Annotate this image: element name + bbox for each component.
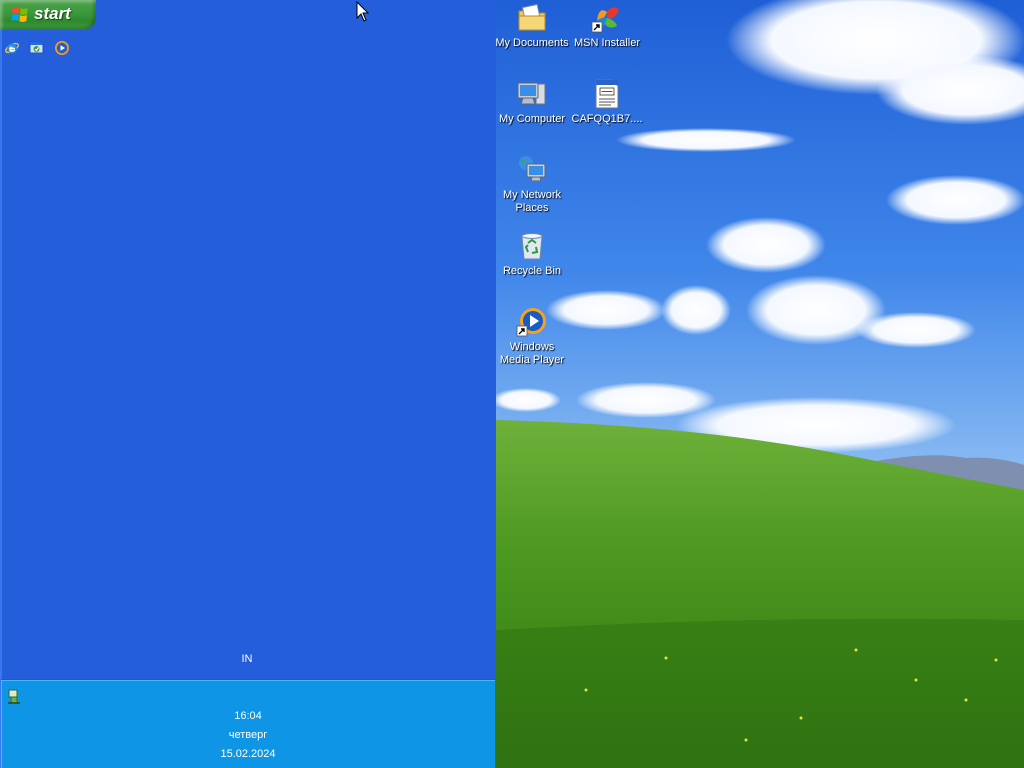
desktop-icon-label: CAFQQ1B7.... <box>571 113 643 125</box>
internet-explorer-icon[interactable]: e <box>4 40 20 56</box>
desktop-icon-label: My Computer <box>498 113 566 125</box>
my-network-places-icon <box>519 156 546 182</box>
desktop-icon-label: My Documents <box>496 37 569 49</box>
desktop-icon-text-file[interactable]: CAFQQ1B7.... <box>569 78 645 126</box>
desktop-icon-recycle-bin[interactable]: Recycle Bin <box>496 230 570 278</box>
clock-day: четверг <box>228 729 268 741</box>
msn-installer-icon <box>591 7 619 33</box>
windows-media-player-icon[interactable] <box>54 40 70 56</box>
clock-time[interactable]: 16:04 <box>1 710 495 722</box>
desktop-icon-my-network-places[interactable]: My Network Places <box>496 154 570 215</box>
taskbar: start e IN 16:04 четверг 15.02.2024 <box>0 0 497 768</box>
show-desktop-icon[interactable] <box>29 40 45 56</box>
start-button[interactable]: start <box>0 0 96 30</box>
svg-text:e: e <box>9 46 13 53</box>
desktop-icon-msn-installer[interactable]: MSN Installer <box>569 2 645 50</box>
start-label: start <box>34 4 71 23</box>
network-connection-icon[interactable] <box>7 689 21 705</box>
my-computer-icon <box>517 82 546 105</box>
desktop-icon-label: MSN Installer <box>573 37 641 49</box>
my-documents-icon <box>518 3 546 31</box>
text-file-icon <box>595 79 619 109</box>
desktop[interactable]: My Documents MSN Installer My Computer C… <box>496 0 1024 768</box>
desktop-icon-label: Windows Media Player <box>499 341 565 366</box>
desktop-icon-label: My Network Places <box>502 189 562 214</box>
language-indicator[interactable]: IN <box>236 653 258 665</box>
windows-media-player-icon <box>516 308 546 337</box>
desktop-icon-label: Recycle Bin <box>502 265 562 277</box>
desktop-icon-my-computer[interactable]: My Computer <box>496 78 570 126</box>
system-tray: 16:04 четверг 15.02.2024 <box>1 679 495 768</box>
quick-launch-bar: e <box>4 40 70 58</box>
clock-date: 15.02.2024 <box>220 748 276 760</box>
windows-logo-icon <box>11 7 28 22</box>
recycle-bin-icon <box>521 233 543 260</box>
desktop-icon-my-documents[interactable]: My Documents <box>496 2 570 50</box>
desktop-icon-windows-media-player[interactable]: Windows Media Player <box>496 306 570 367</box>
